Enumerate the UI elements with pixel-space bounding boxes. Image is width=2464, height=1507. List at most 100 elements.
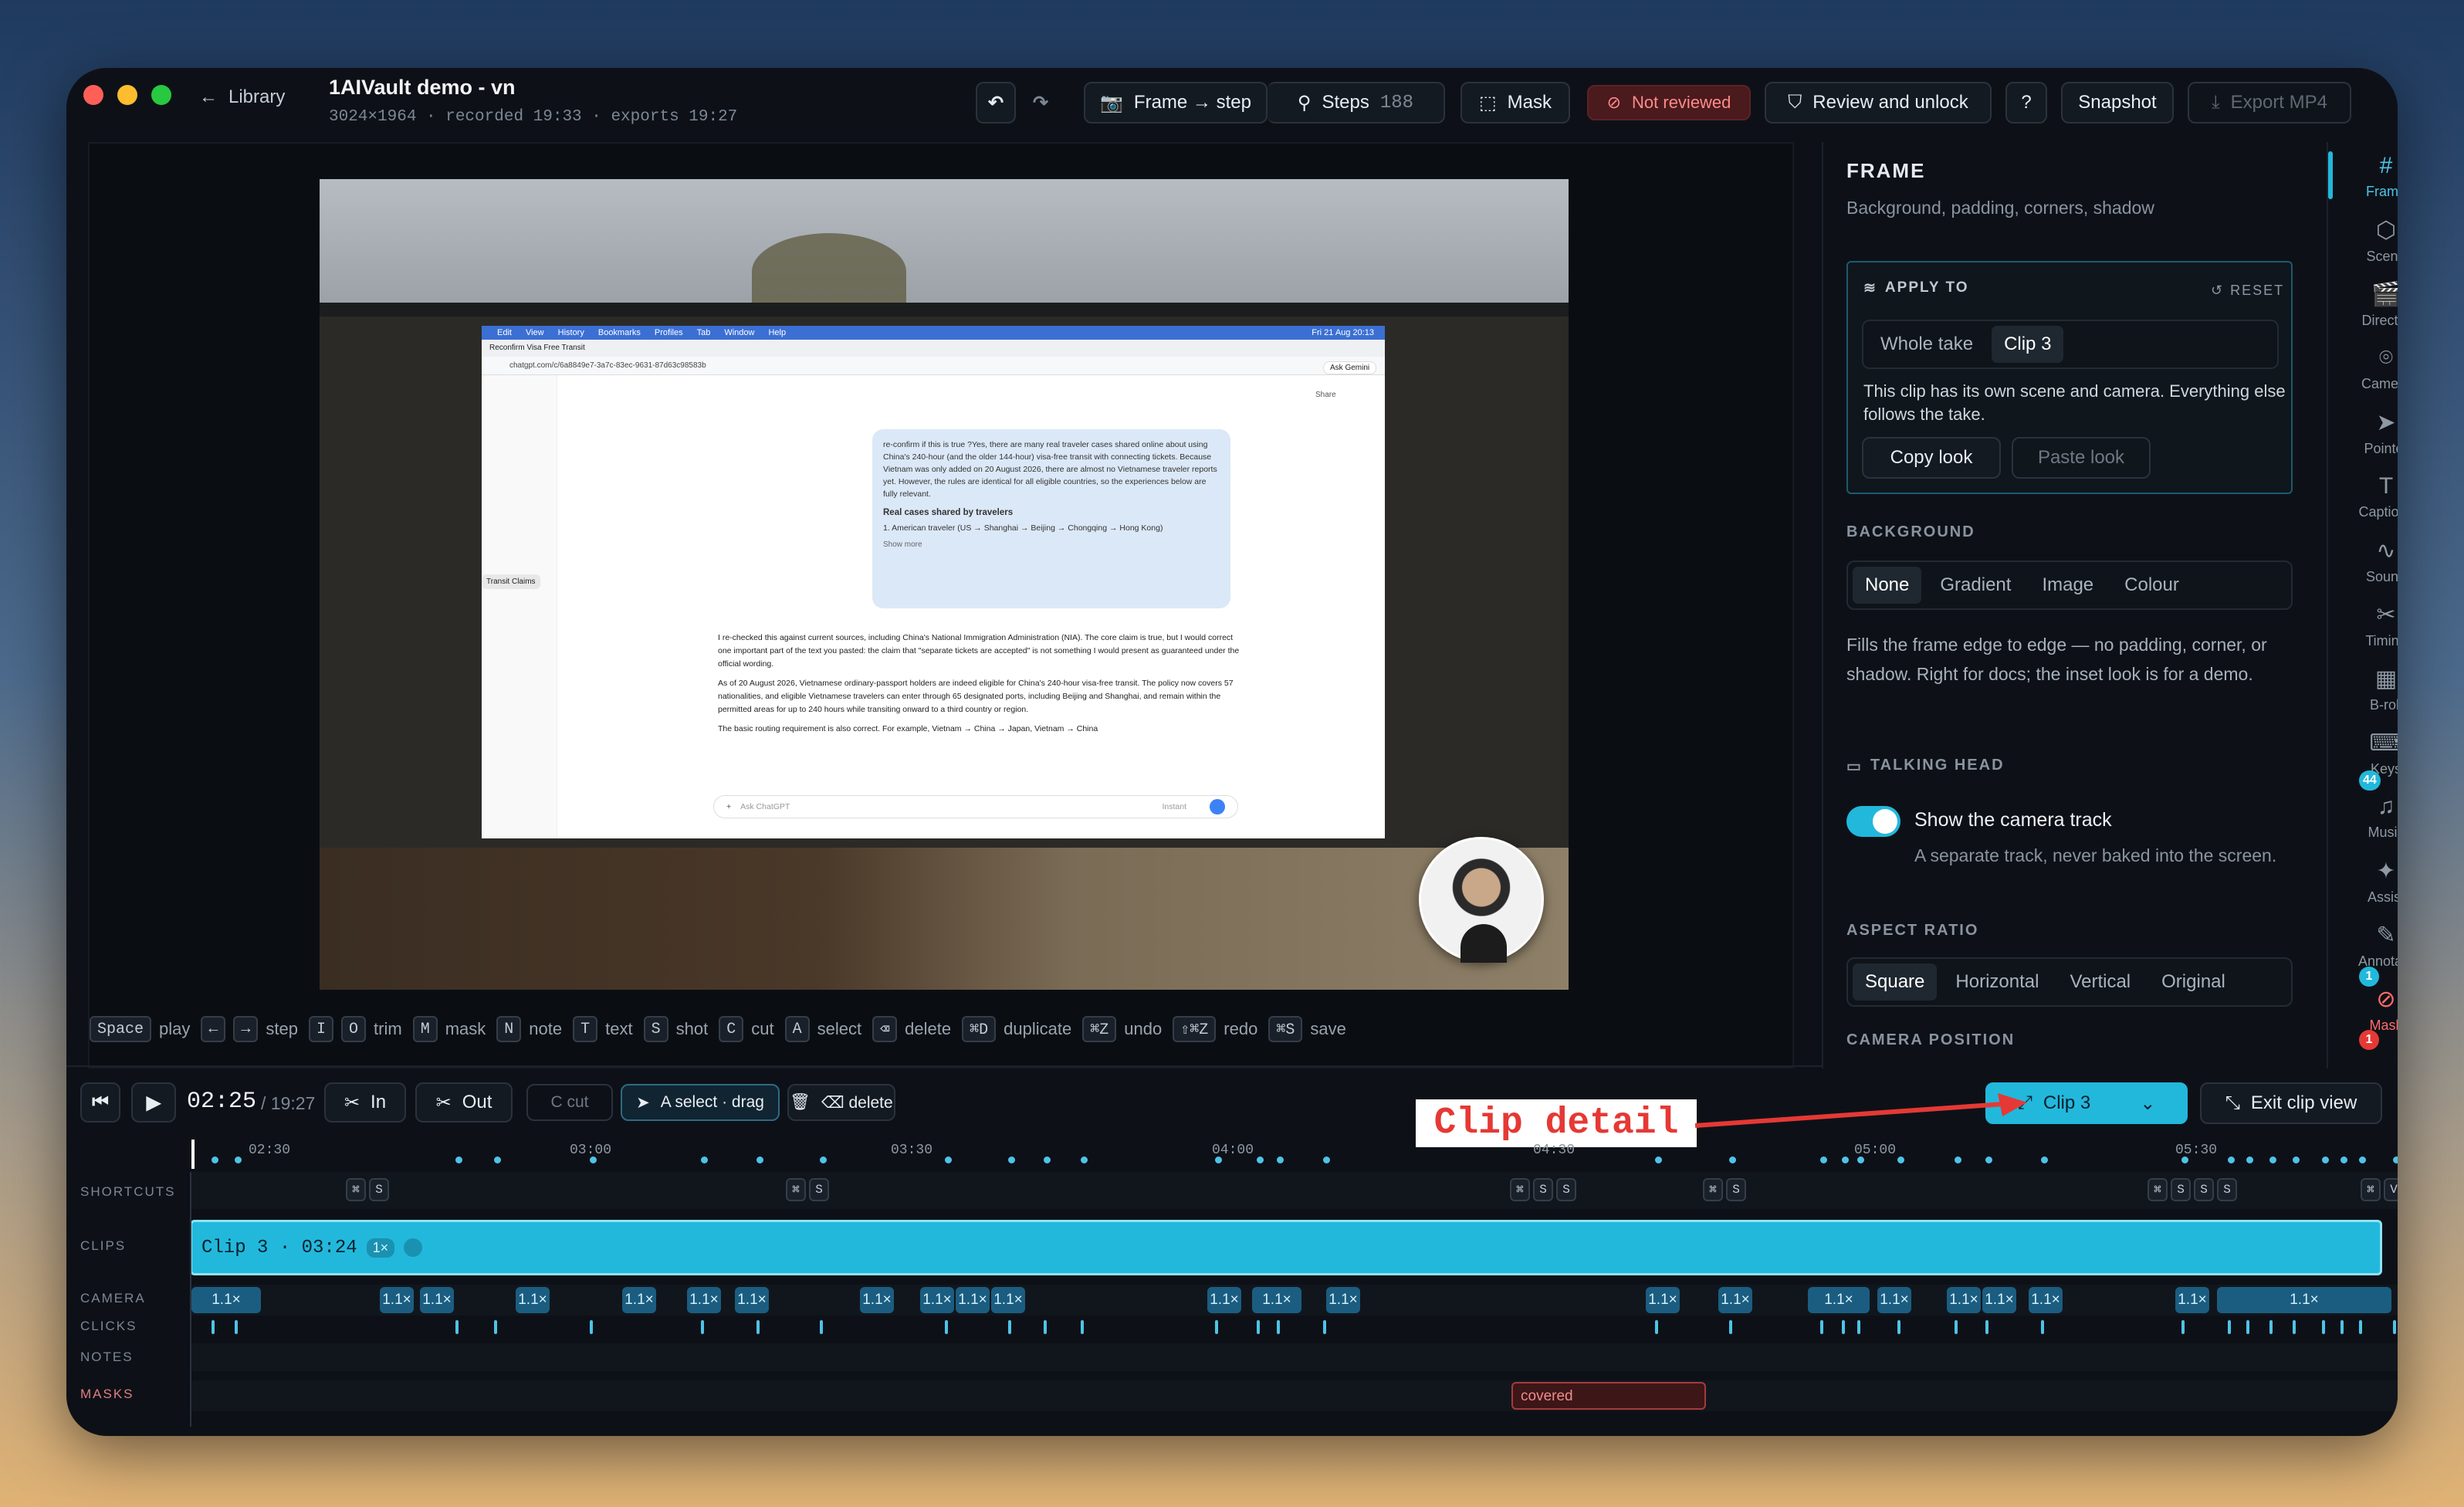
export-mp4-button[interactable]: ⤓ Export MP4 xyxy=(2188,82,2351,124)
rail-item-captions[interactable]: TCaptions xyxy=(2351,473,2398,520)
timeline-ruler[interactable]: 02:30 03:00 03:30 04:00 04:30 05:00 05:3… xyxy=(191,1140,2398,1172)
webcam-bubble[interactable] xyxy=(1419,837,1544,963)
click-marker xyxy=(212,1320,215,1334)
rail-item-keys[interactable]: ⌨Keys xyxy=(2351,730,2398,777)
camera-zoom-chip[interactable]: 1.1× xyxy=(1877,1287,1911,1313)
mask-chip[interactable]: covered xyxy=(1511,1382,1706,1410)
rail-item-director[interactable]: 🎬Director xyxy=(2351,281,2398,329)
rail-active-indicator xyxy=(2328,151,2333,199)
mark-in-button[interactable]: ✂ In xyxy=(324,1082,406,1123)
camera-zoom-chip[interactable]: 1.1× xyxy=(1646,1287,1680,1313)
apply-to-segmented[interactable]: Whole take Clip 3 xyxy=(1862,320,2279,369)
bg-option-image[interactable]: Image xyxy=(2029,567,2106,604)
aspect-original[interactable]: Original xyxy=(2149,963,2238,1001)
camera-zoom-chip[interactable]: 1.1× xyxy=(860,1287,894,1313)
cut-tool-button[interactable]: C cut xyxy=(526,1084,613,1121)
masks-track[interactable]: covered xyxy=(191,1380,2398,1411)
minimize-window-button[interactable] xyxy=(117,85,137,105)
camera-zoom-chip[interactable]: 1.1× xyxy=(622,1287,656,1313)
rail-item-b-roll[interactable]: ▦B-roll xyxy=(2351,665,2398,713)
rail-item-frame[interactable]: #Frame xyxy=(2351,153,2398,200)
undo-icon: ↶ xyxy=(987,92,1004,113)
bg-option-gradient[interactable]: Gradient xyxy=(1928,567,2023,604)
review-unlock-button[interactable]: ⛉ Review and unlock xyxy=(1765,82,1992,124)
layers-icon: ≋ xyxy=(1863,280,1877,296)
camera-zoom-chip[interactable]: 1.1× xyxy=(420,1287,454,1313)
rail-item-pointer[interactable]: ➤Pointer xyxy=(2351,409,2398,457)
rail-item-sound[interactable]: ∿Sound xyxy=(2351,537,2398,585)
scissors-icon: ✂ xyxy=(435,1092,452,1113)
camera-zoom-chip[interactable]: 1.1× xyxy=(1207,1287,1241,1313)
mark-out-button[interactable]: ✂ Out xyxy=(415,1082,513,1123)
steps-button[interactable]: ⚲ Steps 188 xyxy=(1268,82,1445,124)
ask-gemini-chip: Ask Gemini xyxy=(1323,361,1377,374)
camera-zoom-chip[interactable]: 1.1× xyxy=(516,1287,550,1313)
click-marker xyxy=(820,1320,823,1334)
camera-zoom-chip[interactable]: 1.1× xyxy=(191,1287,261,1313)
video-frame[interactable]: Edit View History Bookmarks Profiles Tab Windo… xyxy=(320,179,1569,990)
track-label-clicks: CLICKS xyxy=(80,1319,137,1333)
step-marker xyxy=(1857,1156,1864,1163)
copy-look-button[interactable]: Copy look xyxy=(1862,437,2001,479)
maximize-window-button[interactable] xyxy=(151,85,171,105)
camera-zoom-chip[interactable]: 1.1× xyxy=(1808,1287,1870,1313)
exit-clip-view-button[interactable]: ⤡ Exit clip view xyxy=(2200,1082,2382,1124)
bg-option-colour[interactable]: Colour xyxy=(2112,567,2192,604)
camera-zoom-chip[interactable]: 1.1× xyxy=(1326,1287,1360,1313)
share-link: Share xyxy=(1315,391,1336,399)
camera-zoom-chip[interactable]: 1.1× xyxy=(380,1287,414,1313)
bg-option-none[interactable]: None xyxy=(1853,567,1922,604)
camera-zoom-chip[interactable]: 1.1× xyxy=(1947,1287,1981,1313)
play-button[interactable]: ▶ xyxy=(131,1082,176,1123)
step-marker xyxy=(1215,1156,1222,1163)
help-button[interactable]: ? xyxy=(2005,82,2047,124)
aspect-horizontal[interactable]: Horizontal xyxy=(1943,963,2051,1001)
camera-zoom-chip[interactable]: 1.1× xyxy=(1982,1287,2016,1313)
camera-zoom-chip[interactable]: 1.1× xyxy=(991,1287,1025,1313)
rail-item-assist[interactable]: ✦Assist xyxy=(2351,858,2398,906)
camera-track[interactable]: 1.1× 1.1× 1.1× 1.1× 1.1× 1.1× 1.1× 1.1× 1.1× 1.1×… xyxy=(191,1285,2398,1316)
clip-bar[interactable]: Clip 3 · 03:24 1× xyxy=(190,1220,2382,1275)
snapshot-button[interactable]: Snapshot xyxy=(2061,82,2174,124)
rail-item-music[interactable]: ♫Music xyxy=(2351,794,2398,841)
apply-option-clip[interactable]: Clip 3 xyxy=(1992,326,2064,363)
camera-zoom-chip[interactable]: 1.1× xyxy=(1718,1287,1752,1313)
paste-look-button[interactable]: Paste look xyxy=(2012,437,2151,479)
back-to-library-link[interactable]: ← Library xyxy=(199,86,285,108)
camera-zoom-chip[interactable]: 1.1× xyxy=(2217,1287,2391,1313)
close-window-button[interactable] xyxy=(83,85,103,105)
undo-button[interactable]: ↶ xyxy=(976,82,1016,124)
rail-item-timing[interactable]: ✂Timing xyxy=(2351,601,2398,649)
assistant-answer: I re-checked this against current source… xyxy=(718,633,1240,733)
frame-step-button[interactable]: 📷 Frame → step xyxy=(1084,82,1268,124)
jump-start-button[interactable]: ⏮ xyxy=(80,1082,120,1123)
camera-zoom-chip[interactable]: 1.1× xyxy=(687,1287,721,1313)
camera-zoom-chip[interactable]: 1.1× xyxy=(1252,1287,1301,1313)
camera-zoom-chip[interactable]: 1.1× xyxy=(956,1287,990,1313)
camera-zoom-chip[interactable]: 1.1× xyxy=(920,1287,954,1313)
aspect-ratio-segmented[interactable]: Square Horizontal Vertical Original xyxy=(1846,957,2293,1007)
camera-zoom-chip[interactable]: 1.1× xyxy=(2175,1287,2209,1313)
step-marker xyxy=(2340,1156,2347,1163)
camera-zoom-chip[interactable]: 1.1× xyxy=(735,1287,769,1313)
delete-tool-button[interactable]: 🗑 ⌫ delete xyxy=(787,1084,895,1121)
aspect-vertical[interactable]: Vertical xyxy=(2057,963,2143,1001)
camera-track-toggle[interactable] xyxy=(1846,806,1900,837)
click-marker xyxy=(2041,1320,2044,1334)
apply-option-whole-take[interactable]: Whole take xyxy=(1868,326,1985,363)
dashed-square-icon: ⬚ xyxy=(1478,92,1497,113)
notes-track[interactable] xyxy=(191,1343,2398,1371)
rail-item-camera[interactable]: ⌾Camera xyxy=(2351,345,2398,392)
rail-item-annotate[interactable]: ✎Annotate xyxy=(2351,922,2398,970)
reset-button[interactable]: ↺ RESET xyxy=(2211,283,2284,299)
background-segmented[interactable]: None Gradient Image Colour xyxy=(1846,560,2293,610)
redo-button[interactable]: ↷ xyxy=(1020,82,1061,124)
select-tool-button[interactable]: ➤ A select · drag xyxy=(621,1084,780,1121)
playhead[interactable] xyxy=(191,1140,195,1169)
click-marker xyxy=(1655,1320,1658,1334)
rail-item-scene[interactable]: ⬡Scene xyxy=(2351,217,2398,265)
aspect-square[interactable]: Square xyxy=(1853,963,1938,1001)
mask-button[interactable]: ⬚ Mask xyxy=(1460,82,1570,124)
rail-item-mask[interactable]: ⊘Mask xyxy=(2351,986,2398,1034)
camera-zoom-chip[interactable]: 1.1× xyxy=(2029,1287,2063,1313)
